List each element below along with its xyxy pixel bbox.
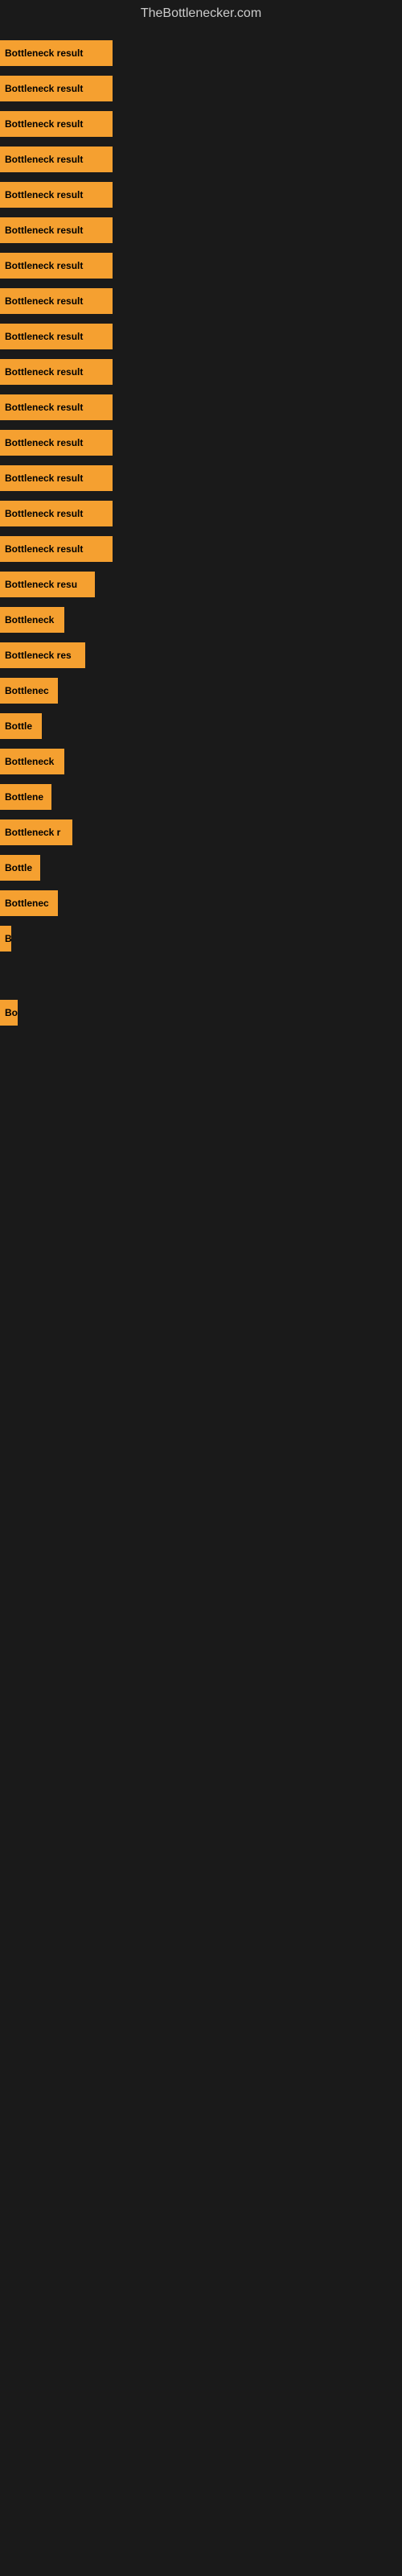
bottleneck-bar[interactable]: Bottle [0, 713, 42, 739]
bottleneck-bar[interactable]: Bottleneck resu [0, 572, 95, 597]
bar-label: Bottleneck [5, 614, 54, 625]
bar-label: Bottlenec [5, 685, 49, 696]
bottleneck-bar[interactable]: Bottleneck result [0, 217, 113, 243]
bottleneck-bar[interactable]: Bottleneck result [0, 111, 113, 137]
bar-label: Bottleneck result [5, 473, 83, 484]
bar-row: Bottleneck result [0, 390, 402, 425]
bar-row: Bottlene [0, 779, 402, 815]
bar-row [0, 985, 402, 995]
bar-row: Bottleneck result [0, 319, 402, 354]
bar-label: Bottleneck result [5, 543, 83, 555]
bar-label: Bottleneck result [5, 47, 83, 59]
bottleneck-bar[interactable]: Bottleneck r [0, 819, 72, 845]
site-title: TheBottlenecker.com [0, 0, 402, 27]
bottleneck-bar[interactable]: Bottleneck result [0, 288, 113, 314]
bar-row: Bottleneck result [0, 71, 402, 106]
bar-row: Bottleneck result [0, 106, 402, 142]
bar-row [0, 1069, 402, 1079]
bar-row: Bottleneck [0, 602, 402, 638]
bar-label: Bottleneck result [5, 402, 83, 413]
bar-label: Bottleneck result [5, 295, 83, 307]
bar-label: Bottleneck result [5, 260, 83, 271]
bar-label: Bottleneck [5, 756, 54, 767]
bottleneck-bar[interactable]: Bo [0, 1000, 18, 1026]
bottleneck-bar[interactable]: Bottleneck result [0, 536, 113, 562]
bar-label: Bottleneck result [5, 118, 83, 130]
bottleneck-bar[interactable]: Bottlenec [0, 678, 58, 704]
bar-row: Bottleneck r [0, 815, 402, 850]
bar-row [0, 1059, 402, 1069]
bar-row [0, 1030, 402, 1040]
bar-label: Bottlene [5, 791, 43, 803]
bottleneck-bar[interactable]: Bottleneck result [0, 465, 113, 491]
bar-row: Bottleneck [0, 744, 402, 779]
bar-label: Bottleneck result [5, 366, 83, 378]
bar-label: Bottle [5, 720, 32, 732]
bar-row: Bottleneck result [0, 531, 402, 567]
bar-row: Bottleneck result [0, 496, 402, 531]
bar-row [0, 966, 402, 976]
bar-row: Bottleneck result [0, 177, 402, 213]
bottleneck-bar[interactable]: Bottle [0, 855, 40, 881]
bar-row [0, 956, 402, 966]
bar-label: Bottleneck result [5, 508, 83, 519]
bar-row: Bottleneck result [0, 248, 402, 283]
bar-row: Bottlenec [0, 886, 402, 921]
bar-row: Bottle [0, 850, 402, 886]
bar-row: Bottle [0, 708, 402, 744]
bar-row: Bottleneck res [0, 638, 402, 673]
bottleneck-bar[interactable]: Bottlenec [0, 890, 58, 916]
bar-label: Bottleneck r [5, 827, 60, 838]
bar-row [0, 976, 402, 985]
bottleneck-bar[interactable]: Bottleneck result [0, 501, 113, 526]
bottleneck-bar[interactable]: Bottleneck [0, 607, 64, 633]
bar-label: Bottleneck resu [5, 579, 77, 590]
bar-row: Bottleneck result [0, 460, 402, 496]
bar-row: Bottleneck result [0, 142, 402, 177]
bottleneck-bar[interactable]: Bottleneck result [0, 253, 113, 279]
bar-row: Bottleneck result [0, 213, 402, 248]
bar-row: B [0, 921, 402, 956]
bottleneck-bar[interactable]: Bottleneck result [0, 359, 113, 385]
bottleneck-bar[interactable]: Bottleneck result [0, 430, 113, 456]
bottleneck-bar[interactable]: Bottleneck result [0, 40, 113, 66]
bottleneck-bar[interactable]: Bottleneck res [0, 642, 85, 668]
bar-row: Bottleneck resu [0, 567, 402, 602]
bottleneck-bar[interactable]: Bottlene [0, 784, 51, 810]
bar-row: Bo [0, 995, 402, 1030]
title-text: TheBottlenecker.com [141, 6, 261, 20]
bar-label: Bottleneck result [5, 437, 83, 448]
bar-label: Bottleneck result [5, 225, 83, 236]
bottleneck-bar[interactable]: Bottleneck [0, 749, 64, 774]
bar-label: Bottle [5, 862, 32, 873]
bar-row [0, 1040, 402, 1050]
bottleneck-bar[interactable]: B [0, 926, 11, 952]
bar-row [0, 1050, 402, 1059]
bar-row: Bottleneck result [0, 283, 402, 319]
bar-label: Bottlenec [5, 898, 49, 909]
bar-label: Bottleneck result [5, 331, 83, 342]
bar-row: Bottlenec [0, 673, 402, 708]
bar-label: Bottleneck result [5, 189, 83, 200]
bar-row: Bottleneck result [0, 425, 402, 460]
bottleneck-bar[interactable]: Bottleneck result [0, 147, 113, 172]
bar-label: B [5, 933, 11, 944]
bottleneck-bar[interactable]: Bottleneck result [0, 324, 113, 349]
bar-label: Bo [5, 1007, 18, 1018]
bottleneck-bar[interactable]: Bottleneck result [0, 76, 113, 101]
bar-row: Bottleneck result [0, 354, 402, 390]
bar-label: Bottleneck result [5, 154, 83, 165]
bar-label: Bottleneck result [5, 83, 83, 94]
bar-label: Bottleneck res [5, 650, 72, 661]
bottleneck-bar[interactable]: Bottleneck result [0, 394, 113, 420]
bars-container: Bottleneck result Bottleneck result Bottle… [0, 27, 402, 1087]
bar-row: Bottleneck result [0, 35, 402, 71]
bottleneck-bar[interactable]: Bottleneck result [0, 182, 113, 208]
